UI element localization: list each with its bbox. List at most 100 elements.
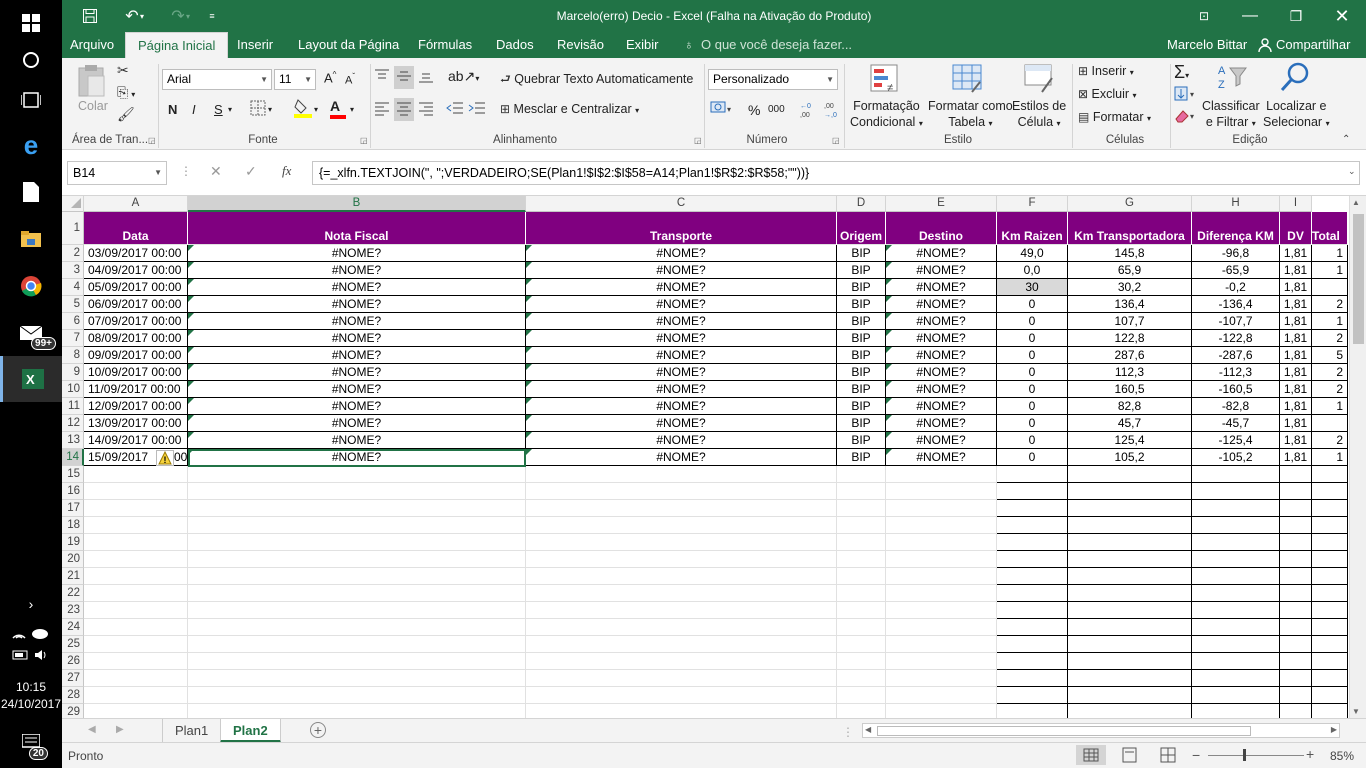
row-header[interactable]: 19 bbox=[62, 534, 84, 551]
column-header-col-e[interactable]: E bbox=[886, 196, 997, 212]
table-cell[interactable]: 160,5 bbox=[1068, 381, 1192, 398]
empty-cell[interactable] bbox=[837, 500, 886, 517]
empty-cell[interactable] bbox=[1068, 585, 1192, 602]
column-header-col-c[interactable]: C bbox=[526, 196, 837, 212]
close-icon[interactable]: ✕ bbox=[1322, 0, 1362, 32]
decrease-font-size-icon[interactable]: Aˇ bbox=[345, 72, 355, 87]
confirm-entry-icon[interactable]: ✓ bbox=[245, 163, 257, 180]
empty-cell[interactable] bbox=[837, 636, 886, 653]
sheet-tab-plan2[interactable]: Plan2 bbox=[220, 719, 281, 743]
delete-cells-button[interactable]: ⊠ Excluir ▾ bbox=[1078, 87, 1137, 101]
empty-cell[interactable] bbox=[837, 568, 886, 585]
empty-cell[interactable] bbox=[526, 670, 837, 687]
empty-cell[interactable] bbox=[997, 687, 1068, 704]
zoom-out-icon[interactable]: − bbox=[1192, 747, 1200, 763]
zoom-in-icon[interactable]: + bbox=[1306, 746, 1314, 762]
table-cell[interactable]: #NOME? bbox=[526, 398, 837, 415]
tab-exibir[interactable]: Exibir bbox=[626, 32, 659, 58]
mail-icon[interactable]: 99+ bbox=[0, 310, 62, 356]
table-cell[interactable]: -160,5 bbox=[1192, 381, 1280, 398]
tab-dados[interactable]: Dados bbox=[496, 32, 534, 58]
table-cell[interactable]: 0 bbox=[997, 296, 1068, 313]
table-cell[interactable]: #NOME? bbox=[188, 415, 526, 432]
header-cell[interactable]: Nota Fiscal bbox=[188, 212, 526, 245]
empty-cell[interactable] bbox=[837, 517, 886, 534]
empty-cell[interactable] bbox=[1192, 466, 1280, 483]
column-header-col-g[interactable]: G bbox=[1068, 196, 1192, 212]
table-cell[interactable]: #NOME? bbox=[188, 432, 526, 449]
table-cell[interactable]: -65,9 bbox=[1192, 262, 1280, 279]
table-cell[interactable]: 2 bbox=[1312, 432, 1348, 449]
row-header[interactable]: 28 bbox=[62, 687, 84, 704]
column-header-col-h[interactable]: H bbox=[1192, 196, 1280, 212]
empty-cell[interactable] bbox=[1068, 466, 1192, 483]
table-cell[interactable]: 14/09/2017 00:00 bbox=[84, 432, 188, 449]
row-header[interactable]: 25 bbox=[62, 636, 84, 653]
empty-cell[interactable] bbox=[1312, 653, 1348, 670]
table-cell[interactable]: 07/09/2017 00:00 bbox=[84, 313, 188, 330]
tab-split-icon[interactable]: ⋮ bbox=[842, 725, 854, 739]
empty-cell[interactable] bbox=[188, 551, 526, 568]
table-cell[interactable]: 1 bbox=[1312, 449, 1348, 466]
empty-cell[interactable] bbox=[1280, 500, 1312, 517]
empty-cell[interactable] bbox=[1312, 602, 1348, 619]
empty-cell[interactable] bbox=[1312, 619, 1348, 636]
table-cell[interactable]: #NOME? bbox=[188, 313, 526, 330]
table-cell[interactable]: 1,81 bbox=[1280, 347, 1312, 364]
task-view-icon[interactable] bbox=[0, 77, 62, 123]
empty-cell[interactable] bbox=[188, 568, 526, 585]
empty-cell[interactable] bbox=[188, 602, 526, 619]
active-cell-selection[interactable] bbox=[188, 449, 526, 467]
table-cell[interactable]: BIP bbox=[837, 245, 886, 262]
empty-cell[interactable] bbox=[526, 483, 837, 500]
table-cell[interactable]: 09/09/2017 00:00 bbox=[84, 347, 188, 364]
table-cell[interactable]: 0 bbox=[997, 449, 1068, 466]
find-select-icon[interactable] bbox=[1280, 62, 1310, 97]
empty-cell[interactable] bbox=[997, 636, 1068, 653]
table-cell[interactable]: #NOME? bbox=[188, 398, 526, 415]
empty-cell[interactable] bbox=[188, 585, 526, 602]
table-cell[interactable]: 1,81 bbox=[1280, 313, 1312, 330]
alignment-launcher-icon[interactable]: ◲ bbox=[694, 136, 702, 145]
empty-cell[interactable] bbox=[1280, 551, 1312, 568]
table-cell[interactable]: 0,0 bbox=[997, 262, 1068, 279]
empty-cell[interactable] bbox=[1068, 517, 1192, 534]
horizontal-scrollbar[interactable]: ◀ ▶ bbox=[862, 723, 1340, 738]
table-cell[interactable]: -107,7 bbox=[1192, 313, 1280, 330]
table-cell[interactable]: #NOME? bbox=[188, 279, 526, 296]
empty-cell[interactable] bbox=[837, 653, 886, 670]
table-cell[interactable]: BIP bbox=[837, 432, 886, 449]
align-left-icon[interactable] bbox=[374, 100, 390, 119]
empty-cell[interactable] bbox=[1068, 500, 1192, 517]
empty-cell[interactable] bbox=[1280, 653, 1312, 670]
empty-cell[interactable] bbox=[1068, 704, 1192, 718]
row-header[interactable]: 15 bbox=[62, 466, 84, 483]
excel-app-icon[interactable]: X bbox=[0, 356, 62, 402]
empty-cell[interactable] bbox=[1068, 636, 1192, 653]
header-cell[interactable]: Origem bbox=[837, 212, 886, 245]
table-cell[interactable]: #NOME? bbox=[526, 262, 837, 279]
header-cell[interactable]: Destino bbox=[886, 212, 997, 245]
font-launcher-icon[interactable]: ◲ bbox=[360, 136, 368, 145]
insert-cells-button[interactable]: ⊞ Inserir ▾ bbox=[1078, 64, 1134, 78]
tab-inserir[interactable]: Inserir bbox=[237, 32, 273, 58]
tell-me-search[interactable]: O que você deseja fazer... bbox=[701, 32, 852, 58]
zoom-slider-track[interactable] bbox=[1208, 755, 1304, 756]
empty-cell[interactable] bbox=[1280, 534, 1312, 551]
table-cell[interactable]: #NOME? bbox=[188, 330, 526, 347]
empty-cell[interactable] bbox=[837, 466, 886, 483]
clear-eraser-icon[interactable]: ▾ bbox=[1174, 108, 1200, 127]
ribbon-display-options-icon[interactable]: ⊡ bbox=[1184, 0, 1224, 32]
empty-cell[interactable] bbox=[1192, 551, 1280, 568]
empty-cell[interactable] bbox=[997, 602, 1068, 619]
empty-cell[interactable] bbox=[837, 704, 886, 718]
autosum-icon[interactable]: Σ▾ bbox=[1174, 62, 1189, 83]
format-as-table-button[interactable]: Formatar como Tabela ▾ bbox=[928, 98, 1013, 132]
table-cell[interactable]: 112,3 bbox=[1068, 364, 1192, 381]
zoom-slider-thumb[interactable] bbox=[1243, 749, 1246, 761]
tab-formulas[interactable]: Fórmulas bbox=[418, 32, 472, 58]
empty-cell[interactable] bbox=[886, 704, 997, 718]
wrap-text-button[interactable]: ⮐ Quebrar Texto Automaticamente bbox=[500, 70, 693, 91]
empty-cell[interactable] bbox=[1192, 670, 1280, 687]
borders-dropdown-icon[interactable]: ▾ bbox=[268, 105, 272, 114]
